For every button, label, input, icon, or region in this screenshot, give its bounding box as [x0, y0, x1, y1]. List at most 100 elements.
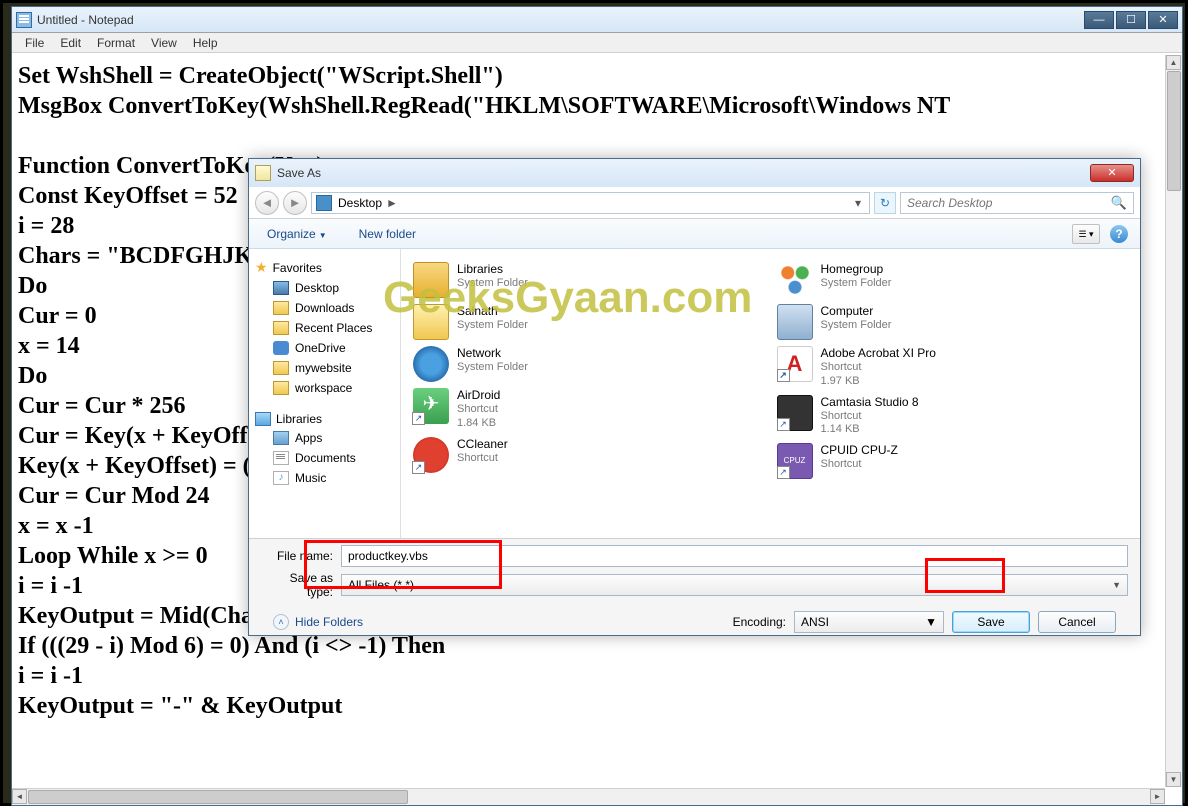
shortcut-badge-icon: ↗ [777, 369, 790, 382]
vertical-scrollbar[interactable]: ▲ ▼ [1165, 55, 1182, 787]
notepad-icon [16, 12, 32, 28]
homegroup-icon [777, 262, 813, 298]
notepad-titlebar[interactable]: Untitled - Notepad — ☐ ✕ [12, 7, 1182, 33]
help-button[interactable]: ? [1110, 225, 1128, 243]
menu-format[interactable]: Format [89, 34, 143, 52]
chevron-up-icon: ˄ [273, 614, 289, 630]
menu-edit[interactable]: Edit [52, 34, 89, 52]
file-item-acrobat[interactable]: A↗Adobe Acrobat XI ProShortcut1.97 KB [771, 343, 1135, 392]
page-frame: Untitled - Notepad — ☐ ✕ File Edit Forma… [0, 0, 1188, 806]
folder-icon [273, 321, 289, 335]
file-pane[interactable]: LibrariesSystem Folder SainathSystem Fol… [401, 249, 1140, 538]
cloud-icon [273, 341, 289, 355]
breadcrumb-segment[interactable]: Desktop [338, 196, 382, 210]
chevron-down-icon: ▼ [1112, 580, 1121, 590]
airdroid-icon: ✈↗ [413, 388, 449, 424]
file-item-airdroid[interactable]: ✈↗AirDroidShortcut1.84 KB [407, 385, 771, 434]
scroll-thumb-h[interactable] [28, 790, 408, 804]
camtasia-icon: ↗ [777, 395, 813, 431]
cpuz-icon: CPUZ↗ [777, 443, 813, 479]
save-button[interactable]: Save [952, 611, 1030, 633]
refresh-button[interactable]: ↻ [874, 192, 896, 214]
chevron-right-icon[interactable]: ► [382, 196, 402, 210]
nav-head-favorites[interactable]: ★Favorites [255, 257, 394, 278]
cancel-button[interactable]: Cancel [1038, 611, 1116, 633]
nav-head-libraries[interactable]: Libraries [255, 410, 394, 428]
forward-button[interactable]: ► [283, 191, 307, 215]
saveas-fields: File name: Save as type: All Files (*.*)… [249, 539, 1140, 643]
filename-input[interactable] [341, 545, 1128, 567]
desktop-icon [316, 195, 332, 211]
menu-help[interactable]: Help [185, 34, 226, 52]
filename-label: File name: [261, 549, 341, 563]
search-box[interactable]: 🔍 [900, 192, 1134, 214]
file-item-homegroup[interactable]: HomegroupSystem Folder [771, 259, 1135, 301]
newfolder-button[interactable]: New folder [353, 224, 422, 244]
scroll-down-icon[interactable]: ▼ [1166, 772, 1181, 787]
music-icon: ♪ [273, 471, 289, 485]
saveas-titlebar[interactable]: Save As ✕ [249, 159, 1140, 187]
chevron-down-icon: ▼ [925, 615, 937, 629]
libraries-icon [413, 262, 449, 298]
notepad-title: Untitled - Notepad [37, 13, 134, 27]
libraries-icon [255, 412, 271, 426]
search-icon[interactable]: 🔍 [1111, 195, 1127, 211]
shortcut-badge-icon: ↗ [777, 466, 790, 479]
saveas-close-button[interactable]: ✕ [1090, 164, 1134, 182]
shortcut-badge-icon: ↗ [777, 418, 790, 431]
computer-icon [777, 304, 813, 340]
saveas-dialog: Save As ✕ ◄ ► Desktop ► ▾ ↻ 🔍 Organize▼ … [248, 158, 1141, 636]
nav-item-documents[interactable]: Documents [255, 448, 394, 468]
desktop-icon [273, 281, 289, 295]
file-item-sainath[interactable]: SainathSystem Folder [407, 301, 771, 343]
file-item-computer[interactable]: ComputerSystem Folder [771, 301, 1135, 343]
navigation-pane: ★Favorites Desktop Downloads Recent Plac… [249, 249, 401, 538]
file-item-network[interactable]: NetworkSystem Folder [407, 343, 771, 385]
back-button[interactable]: ◄ [255, 191, 279, 215]
folder-icon [273, 361, 289, 375]
maximize-button[interactable]: ☐ [1116, 11, 1146, 29]
organize-button[interactable]: Organize▼ [261, 224, 333, 244]
saveas-toolbar: Organize▼ New folder ☰ ▾ ? [249, 219, 1140, 249]
folder-icon [273, 301, 289, 315]
nav-item-recent[interactable]: Recent Places [255, 318, 394, 338]
close-button[interactable]: ✕ [1148, 11, 1178, 29]
file-item-cpuz[interactable]: CPUZ↗CPUID CPU-ZShortcut [771, 440, 1135, 482]
saveas-icon [255, 165, 271, 181]
search-input[interactable] [907, 196, 1111, 210]
nav-item-workspace[interactable]: workspace [255, 378, 394, 398]
scroll-right-icon[interactable]: ► [1150, 789, 1165, 804]
breadcrumb-dropdown-icon[interactable]: ▾ [851, 196, 865, 210]
folder-icon [273, 381, 289, 395]
scroll-up-icon[interactable]: ▲ [1166, 55, 1181, 70]
nav-item-downloads[interactable]: Downloads [255, 298, 394, 318]
file-item-camtasia[interactable]: ↗Camtasia Studio 8Shortcut1.14 KB [771, 392, 1135, 441]
menu-file[interactable]: File [17, 34, 52, 52]
file-item-ccleaner[interactable]: ↗CCleanerShortcut [407, 434, 771, 476]
nav-item-mywebsite[interactable]: mywebsite [255, 358, 394, 378]
nav-item-onedrive[interactable]: OneDrive [255, 338, 394, 358]
nav-item-music[interactable]: ♪Music [255, 468, 394, 488]
horizontal-scrollbar[interactable]: ◄ ► [12, 788, 1165, 805]
file-item-libraries[interactable]: LibrariesSystem Folder [407, 259, 771, 301]
notepad-menubar: File Edit Format View Help [12, 33, 1182, 53]
acrobat-icon: A↗ [777, 346, 813, 382]
encoding-label: Encoding: [733, 615, 786, 629]
savetype-label: Save as type: [261, 571, 341, 599]
apps-icon [273, 431, 289, 445]
shortcut-badge-icon: ↗ [412, 461, 425, 474]
menu-view[interactable]: View [143, 34, 185, 52]
nav-item-apps[interactable]: Apps [255, 428, 394, 448]
shortcut-badge-icon: ↗ [412, 412, 425, 425]
encoding-select[interactable]: ANSI▼ [794, 611, 944, 633]
star-icon: ★ [255, 259, 268, 276]
minimize-button[interactable]: — [1084, 11, 1114, 29]
breadcrumb[interactable]: Desktop ► ▾ [311, 192, 870, 214]
nav-item-desktop[interactable]: Desktop [255, 278, 394, 298]
user-folder-icon [413, 304, 449, 340]
view-options-button[interactable]: ☰ ▾ [1072, 224, 1100, 244]
scroll-left-icon[interactable]: ◄ [12, 789, 27, 804]
savetype-select[interactable]: All Files (*.*)▼ [341, 574, 1128, 596]
scroll-thumb-v[interactable] [1167, 71, 1181, 191]
hide-folders-button[interactable]: ˄ Hide Folders [273, 614, 363, 630]
